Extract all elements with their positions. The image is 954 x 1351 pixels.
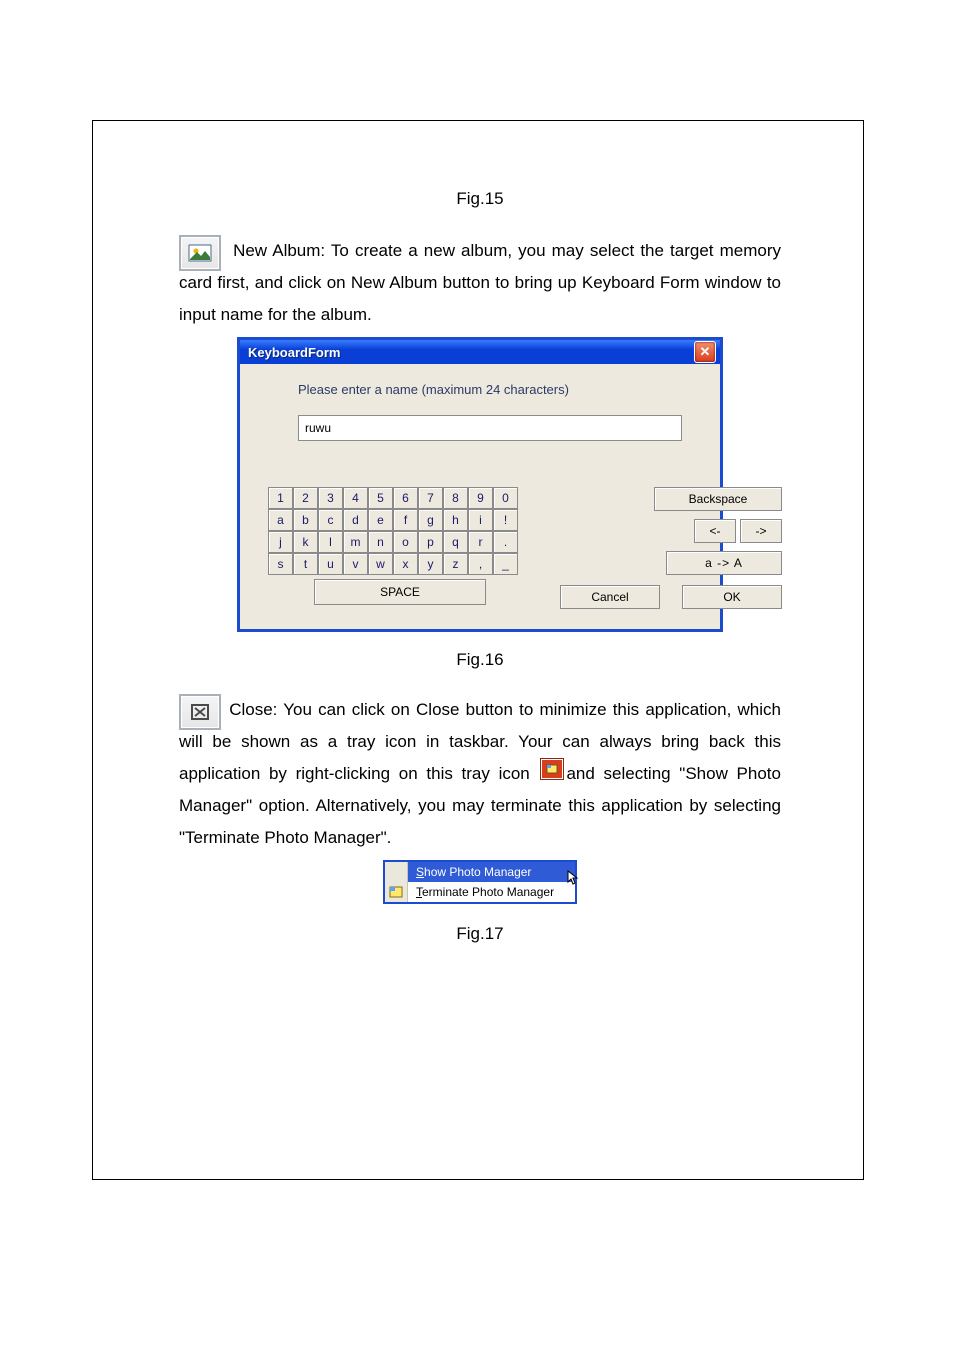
key-s[interactable]: s bbox=[268, 553, 293, 575]
key-g[interactable]: g bbox=[418, 509, 443, 531]
key-d[interactable]: d bbox=[343, 509, 368, 531]
close-paragraph: Close: You can click on Close button to … bbox=[179, 694, 781, 854]
keyboard-form-window: KeyboardForm ✕ Please enter a name (maxi… bbox=[237, 337, 723, 632]
close-icon: ✕ bbox=[700, 344, 711, 360]
key-.[interactable]: . bbox=[493, 531, 518, 553]
keyboard-form-close-button[interactable]: ✕ bbox=[694, 341, 716, 363]
key-b[interactable]: b bbox=[293, 509, 318, 531]
key-i[interactable]: i bbox=[468, 509, 493, 531]
key-y[interactable]: y bbox=[418, 553, 443, 575]
key-_[interactable]: _ bbox=[493, 553, 518, 575]
key-6[interactable]: 6 bbox=[393, 487, 418, 509]
tray-icon bbox=[540, 758, 564, 780]
tray-menu-item-show-label: how Photo Manager bbox=[424, 865, 531, 879]
figure-caption-15: Fig.15 bbox=[179, 189, 781, 209]
new-album-icon bbox=[179, 235, 221, 271]
keyboard-keys: 1234567890 abcdefghi! jklmnopqr. stuvwxy… bbox=[268, 487, 518, 609]
backspace-button[interactable]: Backspace bbox=[654, 487, 782, 511]
key-n[interactable]: n bbox=[368, 531, 393, 553]
key-r[interactable]: r bbox=[468, 531, 493, 553]
key-q[interactable]: q bbox=[443, 531, 468, 553]
tray-menu-icon bbox=[385, 882, 408, 902]
tray-context-menu: Show Photo Manager Terminate Photo Manag… bbox=[383, 860, 577, 904]
key-,[interactable]: , bbox=[468, 553, 493, 575]
tray-menu-item-show-accel: S bbox=[416, 865, 424, 879]
key-l[interactable]: l bbox=[318, 531, 343, 553]
key-u[interactable]: u bbox=[318, 553, 343, 575]
cursor-icon bbox=[567, 870, 581, 886]
keyboard-form-input[interactable] bbox=[298, 415, 682, 441]
tray-menu-item-terminate[interactable]: Terminate Photo Manager bbox=[408, 882, 575, 902]
key-9[interactable]: 9 bbox=[468, 487, 493, 509]
key-z[interactable]: z bbox=[443, 553, 468, 575]
key-f[interactable]: f bbox=[393, 509, 418, 531]
figure-caption-16: Fig.16 bbox=[179, 650, 781, 670]
key-x[interactable]: x bbox=[393, 553, 418, 575]
key-t[interactable]: t bbox=[293, 553, 318, 575]
new-album-text-2: first, and click on New Album button to … bbox=[179, 273, 781, 324]
keyboard-form-prompt: Please enter a name (maximum 24 characte… bbox=[298, 382, 692, 397]
key-m[interactable]: m bbox=[343, 531, 368, 553]
new-album-paragraph: New Album: To create a new album, you ma… bbox=[179, 235, 781, 331]
tray-menu-item-show[interactable]: Show Photo Manager bbox=[408, 862, 575, 882]
key-v[interactable]: v bbox=[343, 553, 368, 575]
key-p[interactable]: p bbox=[418, 531, 443, 553]
keyboard-form-title: KeyboardForm bbox=[248, 345, 340, 360]
key-5[interactable]: 5 bbox=[368, 487, 393, 509]
cursor-left-button[interactable]: <- bbox=[694, 519, 736, 543]
key-e[interactable]: e bbox=[368, 509, 393, 531]
ok-button[interactable]: OK bbox=[682, 585, 782, 609]
key-a[interactable]: a bbox=[268, 509, 293, 531]
cursor-right-button[interactable]: -> bbox=[740, 519, 782, 543]
key-k[interactable]: k bbox=[293, 531, 318, 553]
tray-menu-gutter bbox=[385, 862, 408, 882]
key-1[interactable]: 1 bbox=[268, 487, 293, 509]
cancel-button[interactable]: Cancel bbox=[560, 585, 660, 609]
key-0[interactable]: 0 bbox=[493, 487, 518, 509]
key-c[interactable]: c bbox=[318, 509, 343, 531]
key-3[interactable]: 3 bbox=[318, 487, 343, 509]
tray-menu-item-terminate-label: erminate Photo Manager bbox=[422, 885, 554, 899]
space-key[interactable]: SPACE bbox=[314, 579, 486, 605]
case-toggle-button[interactable]: a -> A bbox=[666, 551, 782, 575]
key-7[interactable]: 7 bbox=[418, 487, 443, 509]
keyboard-form-titlebar[interactable]: KeyboardForm ✕ bbox=[240, 340, 720, 364]
key-j[interactable]: j bbox=[268, 531, 293, 553]
key-o[interactable]: o bbox=[393, 531, 418, 553]
key-4[interactable]: 4 bbox=[343, 487, 368, 509]
figure-caption-17: Fig.17 bbox=[179, 924, 781, 944]
key-h[interactable]: h bbox=[443, 509, 468, 531]
key-w[interactable]: w bbox=[368, 553, 393, 575]
close-app-icon bbox=[179, 694, 221, 730]
key-![interactable]: ! bbox=[493, 509, 518, 531]
key-2[interactable]: 2 bbox=[293, 487, 318, 509]
key-8[interactable]: 8 bbox=[443, 487, 468, 509]
